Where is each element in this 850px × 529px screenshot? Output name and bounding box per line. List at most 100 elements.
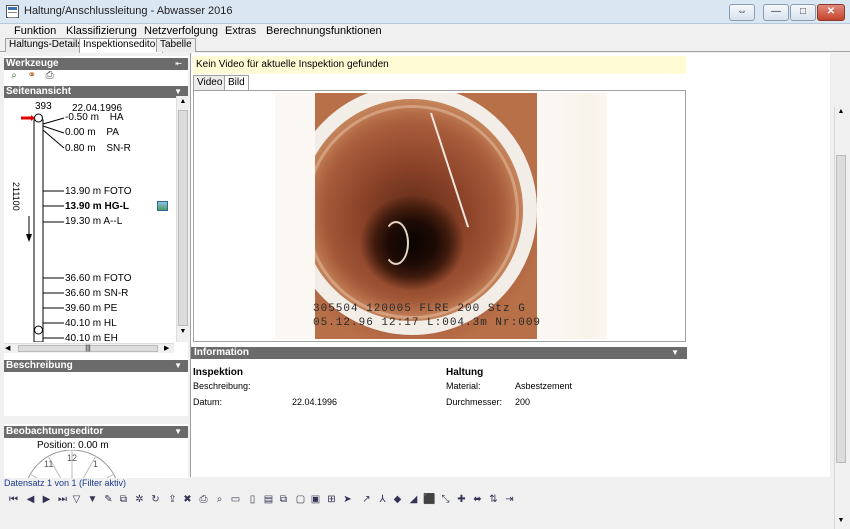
werkzeuge-title: Werkzeuge	[6, 58, 59, 69]
filter-add-icon[interactable]: ▽	[70, 493, 83, 506]
delete-icon[interactable]: ✖	[181, 493, 194, 506]
export-icon[interactable]: ⇪	[166, 493, 179, 506]
tool5-icon[interactable]: ⬛	[423, 493, 436, 506]
entry-1[interactable]: 0.00 m PA	[65, 127, 119, 138]
hscroll-thumb[interactable]: |||	[18, 345, 158, 352]
main-vertical-scrollbar[interactable]: ▲ ▼	[834, 107, 846, 529]
app-icon	[6, 5, 19, 18]
next-icon[interactable]: ▶	[40, 493, 53, 506]
menu-klassifizierung[interactable]: Klassifizierung	[66, 25, 137, 37]
inspektion-title: Inspektion	[193, 367, 244, 378]
information-header: Information ▼	[191, 347, 687, 359]
pin-icon[interactable]: ⇤	[175, 58, 182, 70]
scroll-up-arrow[interactable]: ▲	[836, 108, 846, 115]
filter-icon[interactable]: ▼	[86, 493, 99, 506]
layout-icon[interactable]: ▤	[262, 493, 275, 506]
first-icon[interactable]: ⏮	[7, 493, 20, 506]
arrow-icon[interactable]: ➤	[341, 493, 354, 506]
collapse-icon[interactable]: ▼	[671, 347, 679, 359]
refresh-icon[interactable]: ↻	[149, 493, 162, 506]
tool9-icon[interactable]: ⇅	[487, 493, 500, 506]
report-icon[interactable]: ⊞	[325, 493, 338, 506]
scroll-left-arrow[interactable]: ◀	[5, 344, 10, 352]
star-icon[interactable]: ✲	[133, 493, 146, 506]
pencil-icon[interactable]: ✎	[102, 493, 115, 506]
tab-inspektionseditor[interactable]: Inspektionseditor	[79, 38, 163, 53]
image-left-edge	[275, 93, 315, 339]
tool4-icon[interactable]: ◢	[407, 493, 420, 506]
print-icon[interactable]: ⎙	[44, 70, 56, 82]
inspection-image[interactable]: 305504 120005 FLRE 200 Stz G 05.12.96 12…	[275, 93, 607, 339]
splitter[interactable]	[4, 416, 188, 424]
entry-8[interactable]: 39.60 m PE	[65, 303, 117, 314]
image-icon[interactable]	[157, 201, 168, 211]
tool3-icon[interactable]: ◆	[391, 493, 404, 506]
scroll-thumb[interactable]	[178, 110, 188, 326]
werkzeuge-header: Werkzeuge ⇤	[4, 58, 188, 70]
scroll-up-arrow[interactable]: ▲	[178, 98, 188, 108]
menu-bar: Funktion Klassifizierung Netzverfolgung …	[0, 24, 850, 38]
main-panel: Kein Video für aktuelle Inspektion gefun…	[190, 53, 846, 529]
entry-7[interactable]: 36.60 m SN-R	[65, 288, 128, 299]
copy2-icon[interactable]: ⧉	[277, 493, 290, 506]
entry-9[interactable]: 40.10 m HL	[65, 318, 117, 329]
scroll-down-arrow[interactable]: ▼	[836, 517, 846, 524]
tool1-icon[interactable]: ↗	[360, 493, 373, 506]
tab-video[interactable]: Video	[193, 75, 227, 90]
material-value: Asbestzement	[515, 381, 573, 391]
side-view-horizontal-scrollbar[interactable]: ◀ ||| ▶	[4, 343, 174, 353]
tool6-icon[interactable]: ⤡	[439, 493, 452, 506]
zoom-icon[interactable]: ⌕	[213, 493, 226, 506]
tool2-icon[interactable]: ⅄	[376, 493, 389, 506]
zoom-icon[interactable]: ⌕	[8, 70, 20, 82]
maximize-button[interactable]: □	[790, 4, 816, 21]
scroll-down-arrow[interactable]: ▼	[178, 328, 188, 338]
window-title: Haltung/Anschlussleitung - Abwasser 2016	[24, 5, 233, 17]
clock-label-1: 1	[93, 459, 99, 469]
menu-netzverfolgung[interactable]: Netzverfolgung	[144, 25, 218, 37]
scroll-right-arrow[interactable]: ▶	[164, 344, 169, 352]
entry-0[interactable]: -0.50 m HA	[65, 112, 124, 123]
last-icon[interactable]: ⏭	[56, 493, 69, 506]
minimize-button[interactable]: —	[763, 4, 789, 21]
copy-icon[interactable]: ⧉	[117, 493, 130, 506]
doc2-icon[interactable]: ▣	[309, 493, 322, 506]
information-title: Information	[194, 347, 249, 358]
side-view-vertical-scrollbar[interactable]: ▲ ▼	[176, 96, 188, 342]
collapse-icon[interactable]: ▼	[174, 360, 182, 372]
collapse-icon[interactable]: ▼	[174, 426, 182, 438]
top-tab-strip: Haltungs-Details Inspektionseditor Tabel…	[0, 38, 850, 53]
entry-4[interactable]: 13.90 m HG-L	[65, 201, 129, 212]
material-label: Material:	[446, 381, 481, 391]
print-icon[interactable]: ⎙	[197, 493, 210, 506]
tab-haltungs-details[interactable]: Haltungs-Details	[5, 38, 87, 52]
beschreibung-header: Beschreibung ▼	[4, 360, 188, 372]
link-icon[interactable]: ⚭	[26, 70, 38, 82]
tab-bild-1[interactable]: Bild 1	[224, 75, 249, 102]
page-icon[interactable]: ▭	[229, 493, 242, 506]
tab-tabelle[interactable]: Tabelle	[156, 38, 196, 52]
entry-3[interactable]: 13.90 m FOTO	[65, 186, 132, 197]
entry-6[interactable]: 36.60 m FOTO	[65, 273, 132, 284]
doc-icon[interactable]: ▢	[294, 493, 307, 506]
menu-berechnungsfunktionen[interactable]: Berechnungsfunktionen	[266, 25, 382, 37]
restore-down-button[interactable]: ⇔	[729, 4, 755, 21]
pipe-deposit	[383, 221, 409, 265]
tool10-icon[interactable]: ⇥	[503, 493, 516, 506]
entry-10[interactable]: 40.10 m EH	[65, 333, 118, 342]
close-button[interactable]: ✕	[817, 4, 845, 21]
menu-funktion[interactable]: Funktion	[14, 25, 56, 37]
prev-icon[interactable]: ◀	[24, 493, 37, 506]
osd-line-1: 305504 120005 FLRE 200 Stz G	[313, 303, 526, 315]
beschreibung-title: Beschreibung	[6, 360, 73, 371]
menu-extras[interactable]: Extras	[225, 25, 256, 37]
entry-5[interactable]: 19.30 m A--L	[65, 216, 122, 227]
entry-2[interactable]: 0.80 m SN-R	[65, 143, 131, 154]
tool8-icon[interactable]: ⬌	[471, 493, 484, 506]
scroll-thumb[interactable]	[836, 155, 846, 463]
pages-icon[interactable]: ▯	[246, 493, 259, 506]
image-right-edge	[537, 93, 607, 339]
tool7-icon[interactable]: ✚	[455, 493, 468, 506]
pipe-ring-inner	[305, 105, 519, 319]
datum-value: 22.04.1996	[292, 397, 338, 407]
